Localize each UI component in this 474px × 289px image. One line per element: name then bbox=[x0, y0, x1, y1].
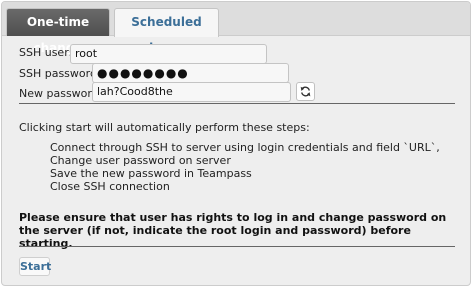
ssh-user-label: SSH user: bbox=[19, 46, 73, 59]
new-password-label: New password: bbox=[19, 87, 103, 100]
tab-one-time-change[interactable]: One-time change bbox=[6, 8, 110, 55]
ssh-password-label: SSH password: bbox=[19, 67, 101, 80]
list-item: Connect through SSH to server using logi… bbox=[50, 141, 440, 154]
separator-top bbox=[19, 103, 455, 104]
separator-bottom bbox=[19, 246, 455, 247]
list-item: Save the new password in Teampass bbox=[50, 167, 252, 180]
password-change-panel: One-time change Scheduled change SSH use… bbox=[1, 1, 471, 286]
steps-intro: Clicking start will automatically perfor… bbox=[19, 121, 310, 134]
list-item: Change user password on server bbox=[50, 154, 231, 167]
warning-text: Please ensure that user has rights to lo… bbox=[19, 211, 447, 250]
refresh-icon bbox=[300, 86, 311, 97]
ssh-password-input[interactable]: ●●●●●●●● bbox=[92, 63, 289, 83]
start-button[interactable]: Start bbox=[19, 257, 51, 276]
generate-password-button[interactable] bbox=[296, 82, 315, 101]
tab-scheduled-change[interactable]: Scheduled change bbox=[114, 8, 219, 55]
new-password-input[interactable]: lah?Cood8the bbox=[92, 82, 291, 102]
tab-bar: One-time change Scheduled change bbox=[2, 2, 470, 55]
steps-list: Connect through SSH to server using logi… bbox=[50, 141, 440, 193]
ssh-user-input[interactable]: root bbox=[70, 44, 267, 64]
list-item: Close SSH connection bbox=[50, 180, 170, 193]
